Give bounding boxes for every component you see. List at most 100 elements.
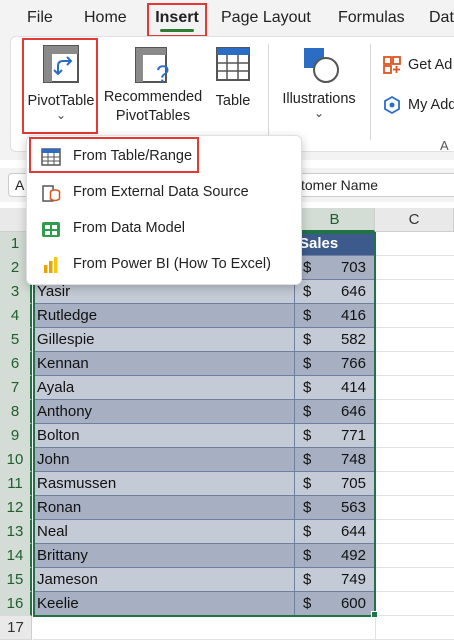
cell-c[interactable]	[375, 400, 454, 424]
menu-item-from-data-model[interactable]: From Data Model	[27, 210, 301, 246]
cell-c[interactable]	[375, 520, 454, 544]
cell-c[interactable]	[375, 232, 454, 256]
tab-page-layout[interactable]: Page Layout	[221, 0, 311, 36]
cell-a[interactable]: Kennan	[33, 352, 295, 376]
pivottable-icon	[43, 45, 79, 83]
cell-b[interactable]: $600	[295, 592, 374, 616]
cell-b[interactable]: $416	[295, 304, 374, 328]
table-button[interactable]: Table	[208, 40, 258, 130]
tab-home[interactable]: Home	[84, 0, 127, 36]
cell-b[interactable]: $766	[295, 352, 374, 376]
column-header-b[interactable]: B	[295, 208, 375, 232]
row-header[interactable]: 6	[0, 352, 32, 376]
cell-c[interactable]	[375, 424, 454, 448]
tab-file[interactable]: File	[27, 0, 53, 36]
cell-b[interactable]: $646	[295, 400, 374, 424]
cell-c[interactable]	[375, 472, 454, 496]
store-icon	[383, 56, 401, 74]
sales-value: 582	[340, 331, 366, 348]
cell-a[interactable]: Gillespie	[33, 328, 295, 352]
sales-value: 646	[340, 403, 366, 420]
column-header-c[interactable]: C	[375, 208, 454, 232]
cell-c[interactable]	[375, 328, 454, 352]
get-addins-button[interactable]: Get Ad	[380, 54, 454, 78]
cell-b[interactable]: $582	[295, 328, 374, 352]
row-header[interactable]: 5	[0, 328, 32, 352]
cell-c[interactable]	[375, 496, 454, 520]
row-header[interactable]: 15	[0, 568, 32, 592]
cell-a[interactable]: Ayala	[33, 376, 295, 400]
currency-symbol: $	[303, 427, 312, 444]
cell-c[interactable]	[375, 448, 454, 472]
currency-symbol: $	[303, 355, 312, 372]
cell-c[interactable]	[375, 352, 454, 376]
row-header[interactable]: 13	[0, 520, 32, 544]
cell-c[interactable]	[375, 544, 454, 568]
sales-value: 644	[340, 523, 366, 540]
row-header[interactable]: 8	[0, 400, 32, 424]
cell-b[interactable]: $646	[295, 280, 374, 304]
cell-a[interactable]: Bolton	[33, 424, 295, 448]
cell-c[interactable]	[375, 616, 454, 640]
fill-handle[interactable]	[371, 611, 378, 618]
cell-c[interactable]	[375, 592, 454, 616]
illustrations-button[interactable]: Illustrations ⌄	[276, 40, 362, 130]
row-header[interactable]: 7	[0, 376, 32, 400]
cell-b[interactable]: $705	[295, 472, 374, 496]
recommended-pivottables-button[interactable]: ? Recommended PivotTables	[102, 40, 204, 130]
cell-b[interactable]: $771	[295, 424, 374, 448]
row-header[interactable]: 17	[0, 616, 32, 640]
cell-a[interactable]: Jameson	[33, 568, 295, 592]
cell-a[interactable]: John	[33, 448, 295, 472]
menu-item-from-external-data-source[interactable]: From External Data Source	[27, 174, 301, 210]
menu-item-from-table-range[interactable]: From Table/Range	[27, 138, 301, 174]
illustrations-icon	[304, 48, 339, 83]
cell-c[interactable]	[375, 256, 454, 280]
table-range-icon	[41, 148, 61, 166]
tab-formulas[interactable]: Formulas	[338, 0, 405, 36]
empty-cell[interactable]	[33, 616, 375, 640]
my-addins-button[interactable]: My Add	[380, 94, 454, 118]
currency-symbol: $	[303, 475, 312, 492]
tab-insert[interactable]: Insert	[151, 0, 203, 36]
menu-item-label: From Power BI (How To Excel)	[73, 256, 271, 272]
currency-symbol: $	[303, 331, 312, 348]
menu-item-from-power-bi[interactable]: From Power BI (How To Excel)	[27, 246, 301, 282]
row-header[interactable]: 14	[0, 544, 32, 568]
row-header[interactable]: 9	[0, 424, 32, 448]
row-header[interactable]: 12	[0, 496, 32, 520]
cell-b[interactable]: $414	[295, 376, 374, 400]
cell-b[interactable]: $492	[295, 544, 374, 568]
row-header[interactable]: 16	[0, 592, 32, 616]
cell-b[interactable]: $703	[295, 256, 374, 280]
cell-b[interactable]: $749	[295, 568, 374, 592]
cell-c[interactable]	[375, 304, 454, 328]
cell-a[interactable]: Ronan	[33, 496, 295, 520]
currency-symbol: $	[303, 499, 312, 516]
cell-a[interactable]: Neal	[33, 520, 295, 544]
cell-a[interactable]: Rasmussen	[33, 472, 295, 496]
svg-text:?: ?	[156, 61, 169, 86]
cell-a[interactable]: Rutledge	[33, 304, 295, 328]
cell-a[interactable]: Brittany	[33, 544, 295, 568]
row-header[interactable]: 4	[0, 304, 32, 328]
menu-item-label: From Table/Range	[73, 148, 193, 164]
tab-data[interactable]: Dat	[429, 0, 454, 36]
pivottable-button[interactable]: PivotTable ⌄	[24, 40, 98, 130]
currency-symbol: $	[303, 403, 312, 420]
cell-b[interactable]: $644	[295, 520, 374, 544]
menu-bar: File Home Insert Page Layout Formulas Da…	[0, 0, 454, 37]
cell-b[interactable]: $563	[295, 496, 374, 520]
cell-c[interactable]	[375, 568, 454, 592]
cell-a[interactable]: Keelie	[33, 592, 295, 616]
row-header[interactable]: 11	[0, 472, 32, 496]
cell-c[interactable]	[375, 280, 454, 304]
external-data-icon	[42, 185, 61, 202]
cell-a[interactable]: Anthony	[33, 400, 295, 424]
sales-value: 766	[340, 355, 366, 372]
cell-b[interactable]: $748	[295, 448, 374, 472]
row-header[interactable]: 10	[0, 448, 32, 472]
cell-b[interactable]: Sales	[295, 232, 374, 256]
currency-symbol: $	[303, 259, 312, 276]
cell-c[interactable]	[375, 376, 454, 400]
